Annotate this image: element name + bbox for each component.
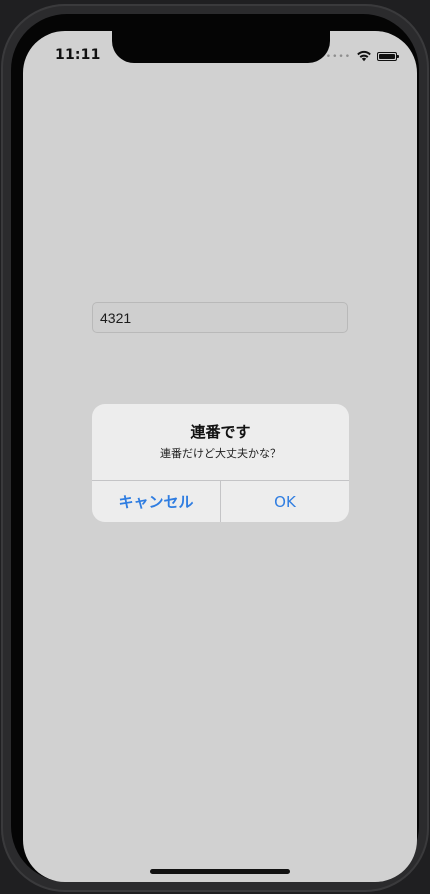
wifi-icon: [356, 47, 372, 66]
battery-fill: [379, 54, 395, 59]
battery-icon: [377, 52, 399, 61]
device-frame: 11:11 •••• 連番です 連番だけど大丈夫かな？ キャンセル OK: [1, 4, 429, 892]
status-time: 11:11: [55, 47, 101, 63]
alert-title: 連番です: [190, 423, 251, 441]
notch: [112, 31, 330, 63]
number-input[interactable]: [92, 302, 348, 333]
signal-dots-icon: ••••: [325, 51, 351, 62]
screen: 11:11 •••• 連番です 連番だけど大丈夫かな？ キャンセル OK: [23, 31, 417, 882]
alert-dialog: 連番です 連番だけど大丈夫かな？ キャンセル OK: [92, 404, 349, 522]
home-indicator[interactable]: [150, 869, 290, 874]
status-icons: ••••: [325, 47, 399, 66]
cancel-button[interactable]: キャンセル: [92, 481, 220, 522]
ok-button[interactable]: OK: [221, 481, 349, 522]
alert-message: 連番だけど大丈夫かな？: [160, 447, 281, 460]
